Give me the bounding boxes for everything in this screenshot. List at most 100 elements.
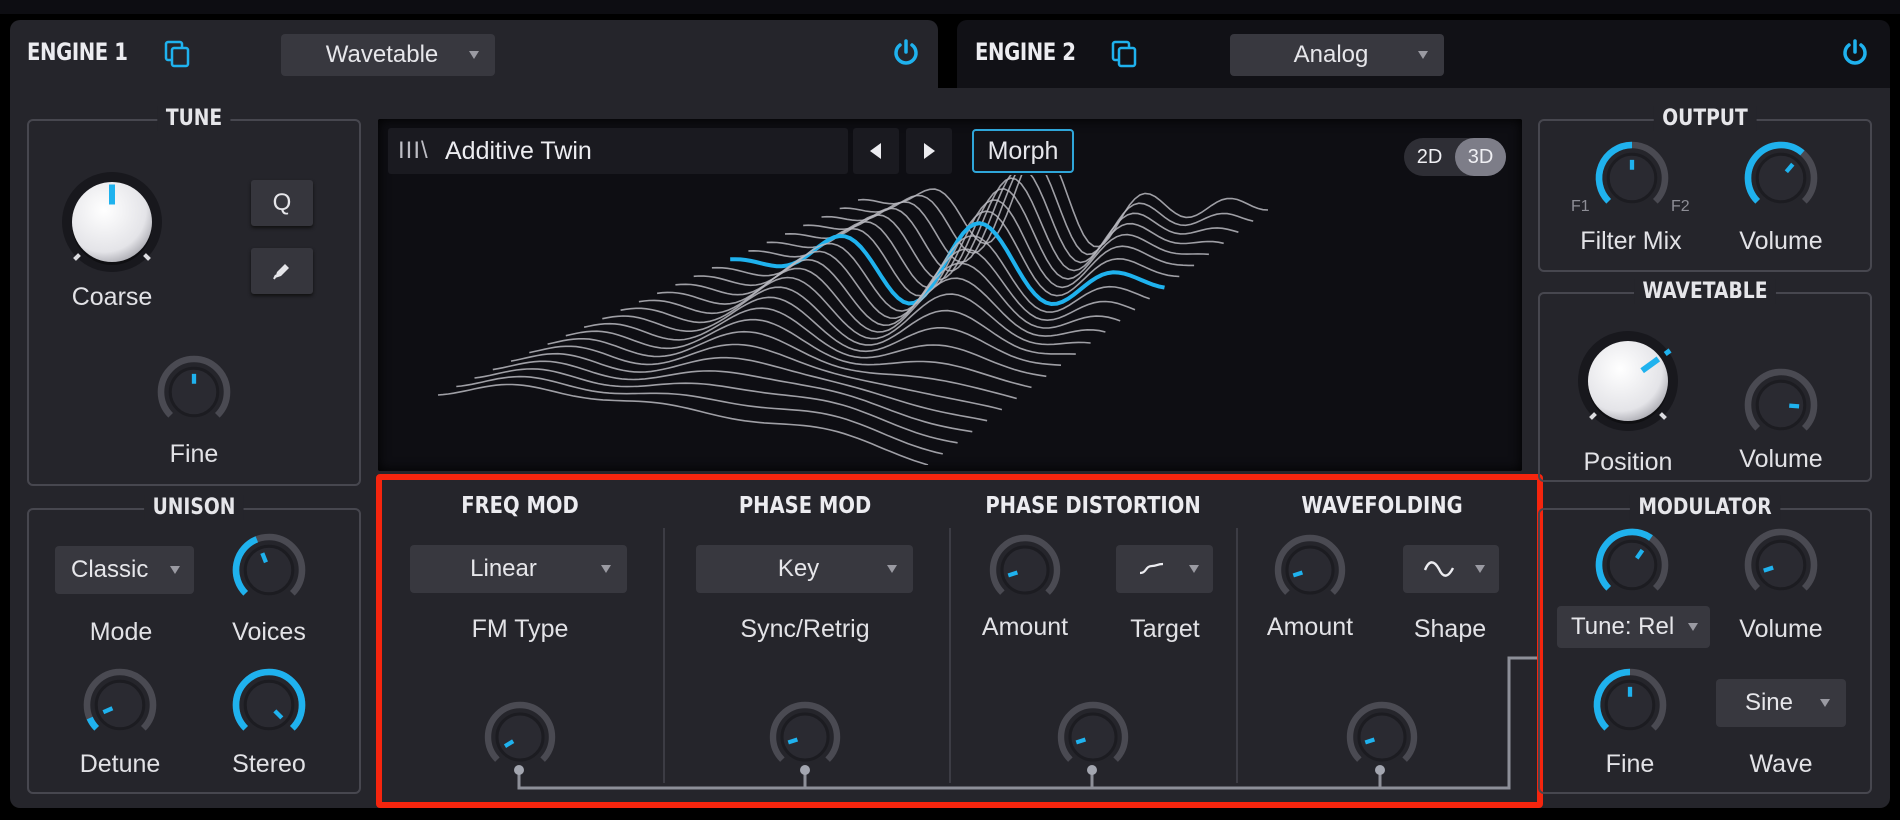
tune-title: TUNE bbox=[157, 106, 231, 131]
knob-body bbox=[780, 712, 830, 762]
engine1-type-dropdown[interactable]: Wavetable bbox=[281, 34, 495, 76]
modulator-volume-knob[interactable] bbox=[1738, 522, 1824, 608]
prev-preset-button[interactable] bbox=[853, 128, 899, 174]
pm-amount-knob[interactable] bbox=[763, 695, 847, 779]
knob-value-tick bbox=[1663, 348, 1672, 356]
modulator-title: MODULATOR bbox=[1629, 495, 1781, 520]
wave-frame bbox=[547, 330, 1017, 400]
knob-body bbox=[495, 712, 545, 762]
output-volume-knob[interactable] bbox=[1738, 135, 1824, 221]
stereo-label: Stereo bbox=[232, 750, 306, 778]
modulator-fine-knob[interactable] bbox=[1587, 662, 1673, 748]
knob-pointer bbox=[1007, 570, 1019, 578]
power-icon[interactable] bbox=[891, 38, 921, 68]
arrow-right-icon bbox=[924, 143, 935, 159]
power-icon[interactable] bbox=[1840, 38, 1870, 68]
knob-value-arc bbox=[86, 716, 100, 731]
top-strip bbox=[0, 0, 1900, 14]
knob-body bbox=[243, 679, 295, 731]
edit-button[interactable] bbox=[251, 248, 313, 294]
knob-cap bbox=[1588, 341, 1668, 421]
tune-fine-knob[interactable] bbox=[151, 349, 237, 435]
knob-body bbox=[1606, 539, 1658, 591]
coarse-knob[interactable] bbox=[52, 162, 172, 282]
view-2d-option[interactable]: 2D bbox=[1404, 138, 1455, 176]
copy-icon[interactable] bbox=[164, 40, 190, 68]
unison-mode-dropdown[interactable]: Classic bbox=[55, 546, 194, 594]
copy-icon[interactable] bbox=[1111, 40, 1137, 68]
knob-body bbox=[243, 544, 295, 596]
modulator-tune-mode-value: Tune: Rel bbox=[1571, 613, 1675, 640]
detune-knob[interactable] bbox=[77, 662, 163, 748]
knob-body bbox=[94, 679, 146, 731]
chevron-down-icon bbox=[469, 51, 479, 59]
tune-fine-label: Fine bbox=[169, 440, 219, 468]
quantize-label: Q bbox=[272, 189, 292, 216]
view-3d-option[interactable]: 3D bbox=[1455, 138, 1506, 176]
engine1-title: ENGINE 1 bbox=[27, 38, 128, 66]
wf-mod-knob[interactable] bbox=[1340, 695, 1424, 779]
knob-pointer bbox=[1292, 570, 1304, 578]
knob-body bbox=[1755, 152, 1807, 204]
preset-browser[interactable]: III\ Additive Twin bbox=[388, 128, 848, 174]
next-preset-button[interactable] bbox=[906, 128, 952, 174]
chevron-down-icon bbox=[170, 566, 180, 574]
engine2-title: ENGINE 2 bbox=[975, 38, 1076, 66]
position-label: Position bbox=[1583, 448, 1673, 476]
modulator-fine-label: Fine bbox=[1605, 750, 1655, 778]
wave-frame bbox=[510, 352, 988, 422]
view-toggle[interactable]: 2D 3D bbox=[1404, 138, 1506, 176]
wavetable-volume-knob[interactable] bbox=[1738, 362, 1824, 448]
wave-frame bbox=[583, 307, 1047, 378]
knob-body bbox=[1285, 545, 1335, 595]
wave-frame bbox=[492, 360, 973, 433]
morph-button[interactable]: Morph bbox=[972, 129, 1074, 173]
engine2-type-value: Analog bbox=[1293, 41, 1369, 68]
modulator-wave-label: Wave bbox=[1749, 750, 1813, 778]
knob-pointer bbox=[1763, 565, 1774, 573]
detune-label: Detune bbox=[79, 750, 161, 778]
unison-mode-label: Mode bbox=[89, 618, 153, 646]
chevron-down-icon bbox=[1688, 623, 1698, 631]
engine1-type-value: Wavetable bbox=[325, 41, 439, 68]
knob-pointer bbox=[1789, 403, 1800, 409]
fm-amount-knob[interactable] bbox=[478, 695, 562, 779]
voices-knob[interactable] bbox=[226, 527, 312, 613]
modulator-wave-dropdown[interactable]: Sine bbox=[1716, 679, 1846, 727]
output-title: OUTPUT bbox=[1653, 106, 1757, 131]
wavetable-title: WAVETABLE bbox=[1634, 279, 1776, 304]
filter-mix-knob[interactable] bbox=[1589, 135, 1675, 221]
wf-amount-knob[interactable] bbox=[1268, 528, 1352, 612]
coarse-label: Coarse bbox=[71, 283, 153, 311]
chevron-down-icon bbox=[1820, 699, 1830, 707]
pd-mod-knob[interactable] bbox=[1051, 695, 1135, 779]
engine2-type-dropdown[interactable]: Analog bbox=[1230, 34, 1444, 76]
wavetable-3d-plot bbox=[437, 175, 1269, 465]
preset-name: Additive Twin bbox=[445, 137, 592, 165]
knob-body bbox=[1357, 712, 1407, 762]
unison-mode-value: Classic bbox=[71, 556, 149, 583]
position-knob[interactable] bbox=[1568, 321, 1688, 441]
knob-pointer bbox=[1075, 737, 1087, 745]
pencil-icon bbox=[273, 264, 289, 280]
pd-amount-knob[interactable] bbox=[983, 528, 1067, 612]
wave-frame bbox=[693, 248, 1136, 322]
modulator-tune-knob[interactable] bbox=[1589, 522, 1675, 608]
knob-body bbox=[1000, 545, 1050, 595]
knob-pointer bbox=[787, 737, 799, 745]
arrow-left-icon bbox=[870, 143, 881, 159]
quantize-button[interactable]: Q bbox=[251, 180, 313, 226]
filter-mix-label: Filter Mix bbox=[1580, 227, 1682, 255]
modulator-wave-value: Sine bbox=[1744, 689, 1794, 716]
stereo-knob[interactable] bbox=[226, 662, 312, 748]
wavetable-volume-label: Volume bbox=[1739, 445, 1823, 473]
modulator-volume-label: Volume bbox=[1739, 615, 1823, 643]
unison-title: UNISON bbox=[144, 495, 244, 520]
modulator-tune-mode-dropdown[interactable]: Tune: Rel bbox=[1557, 606, 1710, 648]
library-icon[interactable]: III\ bbox=[398, 137, 429, 165]
knob-body bbox=[1068, 712, 1118, 762]
filter-mix-f1: F1 bbox=[1571, 198, 1590, 215]
knob-pointer bbox=[1364, 737, 1376, 745]
wave-frame bbox=[857, 175, 1269, 248]
voices-label: Voices bbox=[232, 618, 306, 646]
